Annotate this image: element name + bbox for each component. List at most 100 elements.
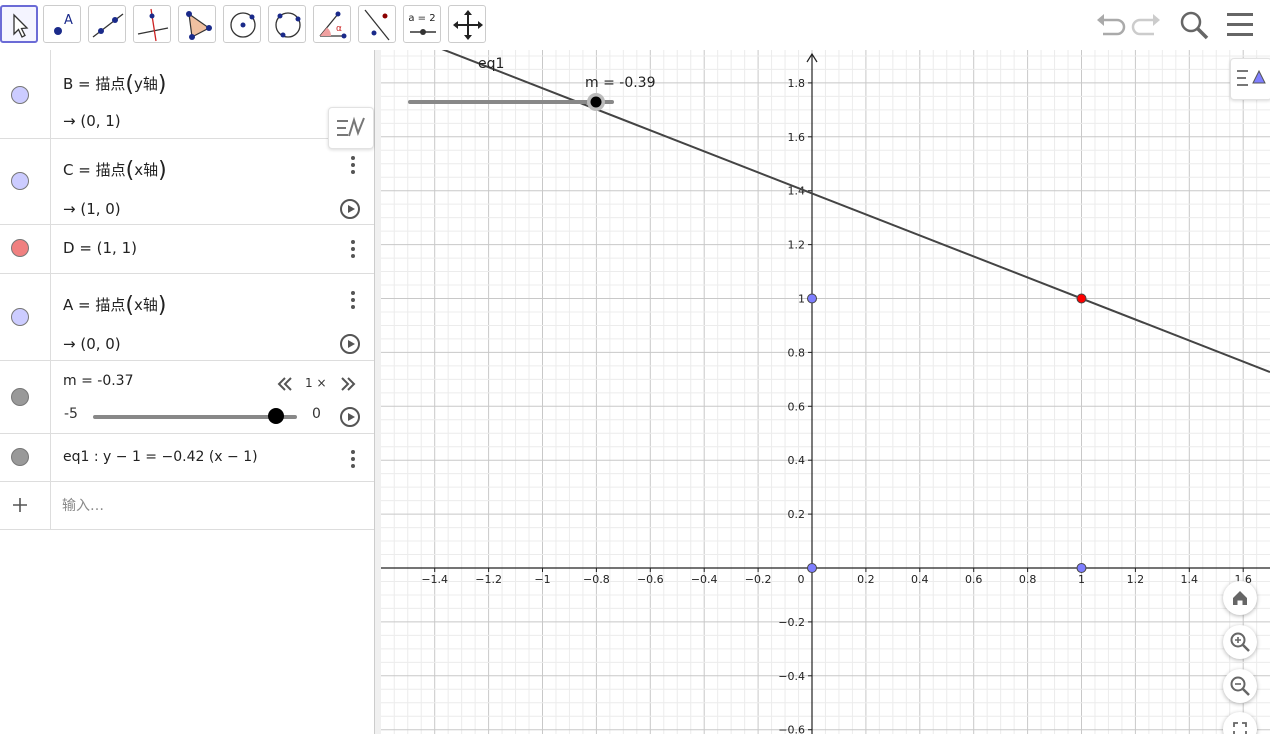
main-menu-button[interactable] [1224, 8, 1258, 42]
algebra-row-eq1[interactable]: eq1 : y − 1 = −0.42 (x − 1) [0, 433, 374, 482]
slider-icon [410, 29, 436, 35]
faster-icon[interactable] [340, 376, 356, 392]
graphics-slider-handle[interactable] [590, 96, 602, 108]
svg-text:A: A [64, 13, 73, 28]
algebra-input-field[interactable]: 输入… [62, 495, 104, 515]
more-options-D[interactable] [350, 240, 356, 258]
eq1-label: eq1 [478, 56, 504, 72]
y-tick-label: −0.4 [778, 670, 805, 683]
move-tool-button[interactable] [0, 5, 38, 43]
line-tool-button[interactable] [88, 5, 126, 43]
x-tick-label: 0.6 [965, 573, 983, 586]
zoom-out-button[interactable] [1223, 669, 1257, 703]
point-C[interactable] [1076, 563, 1087, 573]
search-icon [1180, 11, 1209, 40]
speed-label[interactable]: 1 × [305, 376, 327, 390]
angle-tool-button[interactable]: α [313, 5, 351, 43]
visibility-toggle-m[interactable] [11, 388, 29, 406]
home-button[interactable] [1223, 581, 1257, 615]
zoom-in-button[interactable] [1223, 625, 1257, 659]
algebra-input-row[interactable]: 输入… [0, 481, 374, 530]
more-options-A[interactable] [350, 291, 356, 309]
point-B[interactable] [807, 293, 817, 304]
reflect-about-line-icon [364, 9, 390, 41]
result-B: → (0, 1) [63, 112, 121, 130]
result-C: → (1, 0) [63, 200, 121, 218]
slider-track-m[interactable] [93, 415, 297, 419]
play-button-A[interactable] [340, 334, 360, 354]
fullscreen-button[interactable] [1223, 712, 1257, 734]
point-A[interactable] [807, 563, 817, 573]
graphics-view[interactable]: −1.4 −1.2 −1 −0.8 −0.6 −0.4 −0.2 0 0.2 0.4 0.6 0.8 1… [381, 50, 1270, 734]
y-tick-label: 1.8 [788, 77, 806, 90]
slider-tool-button[interactable]: a = 2 [403, 5, 441, 43]
graphics-canvas[interactable]: −1.4 −1.2 −1 −0.8 −0.6 −0.4 −0.2 0 0.2 0.4 0.6 0.8 1… [381, 50, 1270, 734]
perpendicular-tool-button[interactable] [133, 5, 171, 43]
home-icon [1233, 591, 1247, 605]
play-button-m[interactable] [340, 407, 360, 427]
slower-icon[interactable] [277, 376, 293, 392]
polygon-icon [186, 11, 212, 40]
visibility-toggle-D[interactable] [11, 239, 29, 257]
reflect-tool-button[interactable] [358, 5, 396, 43]
x-tick-label: −1.4 [421, 573, 448, 586]
search-button[interactable] [1177, 8, 1211, 42]
result-A: → (0, 0) [63, 335, 121, 353]
y-tick-label: 0.4 [788, 454, 806, 467]
x-tick-label: 0.4 [911, 573, 929, 586]
y-tick-label: 1 [798, 293, 805, 306]
y-tick-label: 1.2 [788, 239, 806, 252]
cursor-arrow-icon [13, 13, 29, 38]
polygon-tool-button[interactable] [178, 5, 216, 43]
svg-text:α: α [336, 24, 342, 34]
redo-icon [1131, 14, 1160, 36]
plus-icon[interactable] [12, 497, 28, 513]
x-tick-label: 0.2 [857, 573, 875, 586]
menu-icon [1227, 13, 1253, 36]
definition-m[interactable]: m = -0.37 [63, 373, 134, 389]
x-tick-label: 0.8 [1019, 573, 1037, 586]
more-options-C[interactable] [350, 156, 356, 174]
visibility-toggle-B[interactable] [11, 86, 29, 104]
algebra-row-m[interactable]: m = -0.37 1 × -5 0 [0, 360, 374, 434]
algebra-row-C[interactable]: C = 描点(x轴) → (1, 0) [0, 138, 374, 225]
circle-three-points-tool-button[interactable] [268, 5, 306, 43]
graphics-slider-label: m = -0.39 [585, 75, 656, 91]
circle-center-tool-button[interactable] [223, 5, 261, 43]
x-tick-label: 1.4 [1181, 573, 1199, 586]
definition-B[interactable]: B = 描点(y轴) [63, 72, 166, 97]
point-D[interactable] [1076, 293, 1087, 304]
visibility-toggle-C[interactable] [11, 172, 29, 190]
slider-min-label: -5 [64, 406, 78, 422]
y-tick-label: −0.2 [778, 616, 805, 629]
play-button-C[interactable] [340, 199, 360, 219]
visibility-toggle-eq1[interactable] [11, 448, 29, 466]
undo-button[interactable] [1093, 8, 1127, 42]
more-options-eq1[interactable] [350, 450, 356, 468]
graphics-style-button[interactable] [1230, 58, 1270, 100]
toolbar: A α a = 2 [0, 0, 1270, 51]
move-graphics-tool-button[interactable] [448, 5, 486, 43]
slider-handle-m[interactable] [268, 408, 284, 424]
algebra-row-D[interactable]: D = (1, 1) [0, 224, 374, 274]
redo-button[interactable] [1130, 8, 1164, 42]
circle-center-icon [230, 12, 256, 38]
definition-C[interactable]: C = 描点(x轴) [63, 158, 167, 183]
zoom-in-icon [1230, 632, 1250, 652]
visibility-toggle-A[interactable] [11, 308, 29, 326]
algebra-style-button[interactable] [328, 107, 374, 149]
x-tick-label: 1.2 [1127, 573, 1145, 586]
zoom-out-icon [1230, 676, 1250, 696]
algebra-row-B[interactable]: B = 描点(y轴) → (0, 1) [0, 50, 374, 139]
perpendicular-line-icon [137, 8, 169, 42]
move-arrows-icon [453, 10, 483, 40]
undo-icon [1097, 14, 1126, 36]
definition-D[interactable]: D = (1, 1) [63, 239, 137, 257]
algebra-row-A[interactable]: A = 描点(x轴) → (0, 0) [0, 273, 374, 361]
circle-three-points-icon [275, 12, 301, 38]
definition-eq1[interactable]: eq1 : y − 1 = −0.42 (x − 1) [63, 449, 258, 465]
point-icon: A [54, 13, 73, 35]
point-tool-button[interactable]: A [43, 5, 81, 43]
definition-A[interactable]: A = 描点(x轴) [63, 293, 166, 318]
y-tick-label: −0.6 [778, 724, 805, 734]
